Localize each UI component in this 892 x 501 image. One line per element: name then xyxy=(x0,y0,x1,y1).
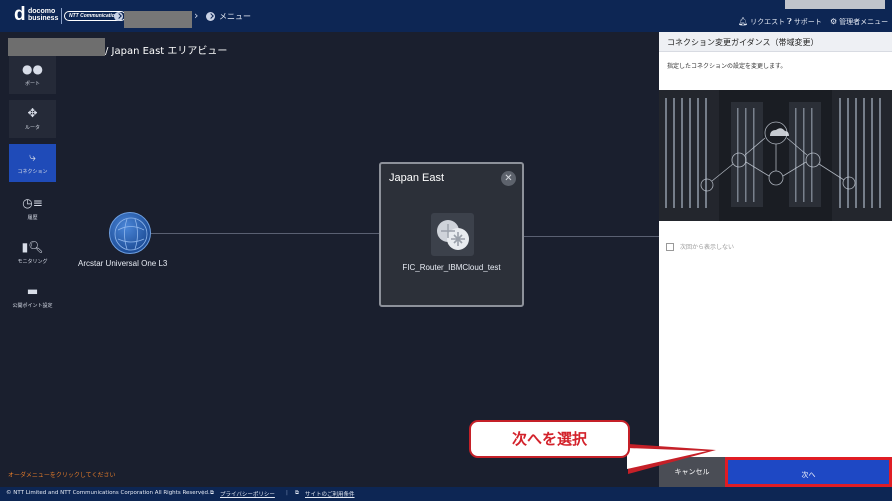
support-link[interactable]: ❓︎ サポート xyxy=(787,17,822,27)
nav-item-port[interactable]: ●● ポート xyxy=(9,56,56,94)
callout-arrow-fill xyxy=(627,448,707,469)
external-node-label: Arcstar Universal One L3 xyxy=(78,259,168,268)
breadcrumb-dropdown-icon[interactable] xyxy=(114,12,123,21)
gear-icon: ⚙ xyxy=(830,17,838,26)
copyright-text: © NTT Limited and NTT Communications Cor… xyxy=(6,490,210,496)
nav-item-public-point[interactable]: ▬ 公開ポイント設定 xyxy=(9,278,56,316)
redacted-tenant-name xyxy=(124,11,192,28)
monitoring-icon: ▮🔍︎ xyxy=(21,240,44,254)
history-icon: ◷≡ xyxy=(22,196,43,210)
area-title: Japan East xyxy=(389,172,445,184)
docomo-business-logo[interactable]: d docomo business xyxy=(14,4,60,26)
datacenter-image xyxy=(659,90,892,221)
header-menu-link[interactable]: メニュー xyxy=(219,11,251,22)
order-hint-text: オーダメニューをクリックしてください xyxy=(8,472,116,479)
admin-menu-link[interactable]: ⚙ 管理者メニュー xyxy=(830,17,888,27)
monitor-icon: ▬ xyxy=(26,284,39,298)
page-title: / Japan East エリアビュー xyxy=(105,46,228,57)
external-link-icon: ⧉ xyxy=(210,490,214,496)
guide-panel: コネクション変更ガイダンス（帯域変更） 指定したコネクションの設定を変更します。 xyxy=(659,32,892,487)
guide-panel-header: コネクション変更ガイダンス（帯域変更） xyxy=(659,32,892,52)
area-box-japan-east[interactable]: Japan East ✕ FIC_Router_IBMCloud_test xyxy=(379,162,524,307)
connection-line xyxy=(151,233,379,234)
router-label: FIC_Router_IBMCloud_test xyxy=(402,263,501,272)
external-link-icon: ⧉ xyxy=(295,490,299,496)
nav-item-monitoring[interactable]: ▮🔍︎ モニタリング xyxy=(9,234,56,272)
page-footer: © NTT Limited and NTT Communications Cor… xyxy=(0,487,892,501)
globe-icon xyxy=(114,217,148,251)
top-header: d docomo business NTT Communications › メ… xyxy=(0,0,892,32)
chevron-right-icon: › xyxy=(194,9,199,22)
redacted-breadcrumb xyxy=(8,38,105,56)
nav-item-history[interactable]: ◷≡ 履歴 xyxy=(9,190,56,228)
footer-divider: | xyxy=(286,490,288,496)
footer-divider: | xyxy=(202,490,204,496)
router-icon: ✥ xyxy=(27,106,38,120)
instruction-callout: 次へを選択 xyxy=(469,420,630,458)
dont-show-again-checkbox[interactable] xyxy=(666,243,674,251)
menu-dropdown-icon[interactable] xyxy=(206,12,215,21)
port-icon: ●● xyxy=(22,62,43,76)
dont-show-again-label: 次回から表示しない xyxy=(680,244,735,251)
terms-of-use-link[interactable]: サイトのご利用条件 xyxy=(305,490,355,498)
connection-icon: ⤷ xyxy=(29,150,36,164)
guide-panel-description: 指定したコネクションの設定を変更します。 xyxy=(667,63,787,70)
next-button[interactable]: 次へ xyxy=(725,457,892,487)
router-icon xyxy=(437,220,469,250)
guide-panel-title: コネクション変更ガイダンス（帯域変更） xyxy=(667,38,819,47)
privacy-policy-link[interactable]: プライバシーポリシー xyxy=(220,490,275,498)
connection-line xyxy=(524,236,659,237)
logo-divider xyxy=(61,8,62,24)
close-icon[interactable]: ✕ xyxy=(501,171,516,186)
nav-item-connection[interactable]: ⤷ コネクション xyxy=(9,144,56,182)
nav-item-router[interactable]: ✥ ルータ xyxy=(9,100,56,138)
request-link[interactable]: 🔔︎ リクエスト xyxy=(738,17,785,27)
header-user-area xyxy=(785,0,885,9)
question-icon: ❓︎ xyxy=(787,17,792,26)
datacenter-illustration xyxy=(659,90,892,221)
arcstar-globe-node[interactable] xyxy=(109,212,151,254)
bell-icon: 🔔︎ xyxy=(738,17,749,26)
router-node[interactable] xyxy=(431,213,474,256)
